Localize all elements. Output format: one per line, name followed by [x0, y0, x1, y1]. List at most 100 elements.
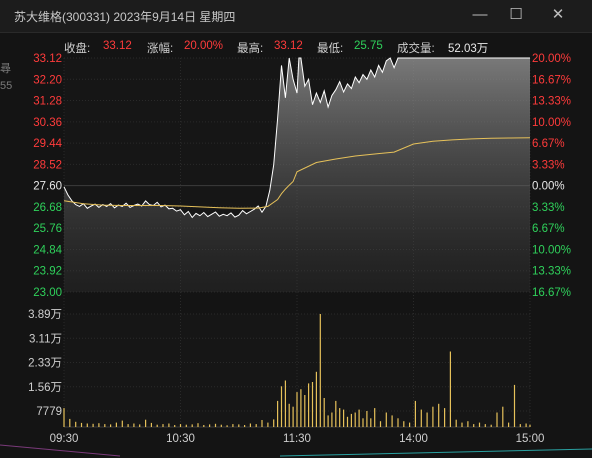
price-tick-label: 23.00: [33, 287, 62, 299]
volume-bar: [335, 400, 337, 427]
volume-tick-label: 3.11万: [29, 333, 62, 345]
volume-bar: [311, 382, 314, 427]
pct-tick-label: 6.67%: [532, 223, 565, 235]
pct-tick-label: 3.33%: [532, 159, 565, 171]
volume-bar: [519, 424, 521, 427]
volume-bar: [343, 409, 345, 427]
time-tick-label: 11:30: [283, 433, 311, 445]
volume-bar: [244, 425, 246, 427]
volume-bar: [478, 422, 481, 427]
volume-bar: [232, 424, 234, 427]
volume-bar: [267, 422, 269, 427]
pct-tick-label: 6.67%: [532, 138, 565, 150]
volume-bar: [69, 418, 71, 427]
price-tick-label: 31.28: [33, 96, 62, 108]
price-tick-label: 26.68: [33, 202, 62, 214]
volume-bar: [362, 418, 364, 427]
volume-bar: [121, 420, 123, 427]
price-tick-label: 28.52: [33, 159, 62, 171]
volume-bar: [292, 406, 294, 427]
pct-tick-label: 13.33%: [532, 266, 571, 278]
volume-bar: [277, 400, 279, 427]
volume-bar: [168, 423, 170, 427]
volume-bar: [508, 422, 510, 427]
time-tick-label: 09:30: [50, 433, 79, 445]
volume-bar: [391, 415, 393, 427]
volume-bar: [461, 422, 463, 427]
volume-bar: [490, 424, 492, 427]
volume-bar: [366, 411, 368, 427]
volume-bar: [191, 424, 193, 427]
volume-bar: [529, 424, 531, 427]
volume-bar: [75, 421, 77, 427]
volume-bar: [145, 419, 147, 427]
volume-bar: [150, 422, 152, 427]
volume-bar: [409, 422, 411, 427]
volume-bar: [346, 416, 349, 427]
volume-bar: [397, 418, 399, 427]
volume-bar: [209, 424, 211, 427]
volume-tick-label: 2.33万: [28, 358, 62, 370]
volume-bar: [197, 423, 199, 427]
volume-bar: [86, 423, 88, 427]
volume-bar: [379, 421, 382, 427]
price-tick-label: 30.36: [33, 117, 62, 129]
volume-bar: [354, 412, 356, 427]
volume-bar: [238, 424, 240, 427]
price-tick-label: 32.20: [33, 74, 62, 86]
pct-tick-label: 10.00%: [532, 244, 571, 256]
volume-bar: [174, 425, 176, 427]
edge-decoration-line: [279, 448, 592, 457]
time-tick-label: 10:30: [166, 433, 195, 445]
volume-bar: [449, 351, 451, 427]
volume-bar: [414, 400, 416, 427]
volume-bar: [203, 425, 205, 427]
volume-bar: [226, 425, 228, 427]
volume-bar: [127, 424, 129, 427]
volume-bar: [104, 424, 106, 427]
volume-bar: [358, 409, 360, 427]
price-tick-label: 29.44: [33, 138, 62, 150]
volume-bar: [513, 384, 516, 427]
volume-bar: [438, 403, 440, 427]
volume-bar: [331, 412, 333, 427]
intraday-chart: 33.12 32.20 31.28 30.36 29.44 28.52 27.60 26.68…: [0, 53, 592, 457]
time-tick-label: 14:00: [399, 433, 428, 445]
pct-tick-label: 16.67%: [532, 74, 571, 86]
volume-bar: [374, 408, 376, 427]
volume-bar: [288, 403, 290, 427]
volume-bar: [133, 423, 135, 427]
volume-tick-label: 7779: [36, 406, 62, 418]
volume-bar: [484, 424, 486, 427]
pct-tick-label: 13.33%: [532, 96, 571, 108]
volume-bar: [92, 423, 94, 427]
volume-bar: [304, 395, 306, 427]
volume-bar: [403, 421, 405, 427]
pct-tick-label: 16.67%: [532, 287, 571, 299]
pct-tick-label: 0.00%: [532, 181, 565, 193]
volume-bar: [255, 424, 257, 427]
volume-bar: [139, 424, 141, 427]
volume-bar: [444, 408, 446, 427]
volume-bar: [296, 392, 298, 427]
price-tick-label: 27.60: [33, 181, 62, 193]
volume-bar: [339, 408, 341, 427]
volume-bar: [249, 423, 251, 427]
volume-bar: [327, 415, 329, 427]
price-tick-label: 24.84: [33, 244, 62, 256]
volume-bar: [280, 386, 283, 427]
time-tick-label: 15:00: [516, 433, 545, 445]
volume-bar: [420, 409, 422, 427]
volume-bar: [80, 422, 83, 427]
volume-bar: [496, 412, 498, 427]
volume-bar: [185, 424, 187, 427]
volume-tick-label: 3.89万: [28, 309, 62, 321]
price-tick-label: 23.92: [33, 266, 62, 278]
volume-bar: [370, 418, 372, 427]
volume-tick-label: 1.56万: [28, 382, 62, 394]
volume-bar: [156, 424, 158, 427]
pct-tick-label: 3.33%: [532, 202, 565, 214]
volume-bar: [350, 413, 352, 427]
volume-bar: [432, 406, 434, 427]
volume-bar: [315, 371, 317, 427]
